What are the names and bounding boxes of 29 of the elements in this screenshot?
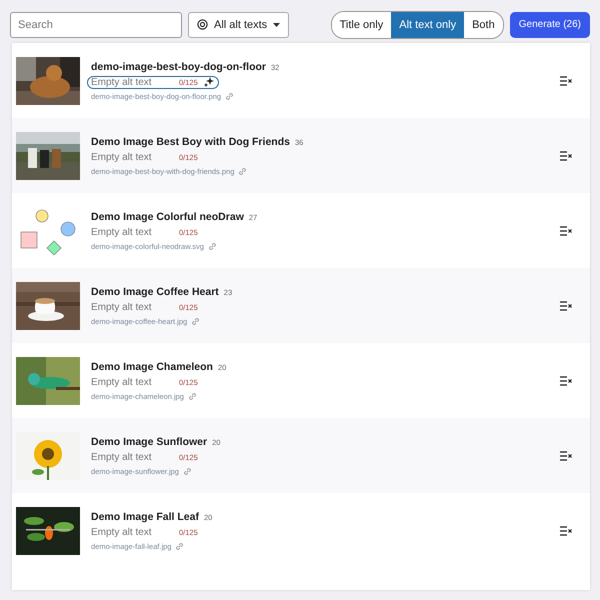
clear-list-icon[interactable] <box>560 226 572 236</box>
link-icon[interactable] <box>238 166 248 176</box>
clear-list-icon[interactable] <box>560 300 572 310</box>
generate-button[interactable]: Generate (26) <box>510 12 590 38</box>
image-title: Demo Image Coffee Heart <box>91 286 219 298</box>
link-icon[interactable] <box>208 242 217 250</box>
clear-list-icon[interactable] <box>560 76 572 86</box>
caret-icon <box>273 22 280 26</box>
link-icon[interactable] <box>191 316 200 326</box>
filter-icon <box>197 19 208 30</box>
image-title: Demo Image Best Boy with Dog Friends <box>91 136 290 148</box>
link-icon[interactable] <box>182 466 192 476</box>
link-icon[interactable] <box>188 392 197 400</box>
image-title: Demo Image Chameleon <box>91 360 213 372</box>
filter-dropdown[interactable]: All alt texts <box>188 12 290 38</box>
clear-list-icon[interactable] <box>560 376 572 386</box>
image-title: Demo Image Sunflower <box>91 436 208 448</box>
clear-list-icon[interactable] <box>560 450 572 460</box>
sparkle-icon[interactable] <box>204 77 214 87</box>
link-icon[interactable] <box>175 542 184 550</box>
clear-list-icon[interactable] <box>560 150 572 160</box>
filter-label: All alt texts <box>214 18 268 30</box>
mode-tab[interactable]: Alt text only <box>391 12 464 38</box>
clear-list-icon[interactable] <box>560 526 572 536</box>
image-title: demo-image-best-boy-dog-on-floor <box>91 60 266 72</box>
image-title: Demo Image Colorful neoDraw <box>91 210 244 222</box>
link-icon[interactable] <box>225 92 234 100</box>
image-title: Demo Image Fall Leaf <box>91 510 199 522</box>
search-field[interactable]: Search <box>10 12 182 38</box>
